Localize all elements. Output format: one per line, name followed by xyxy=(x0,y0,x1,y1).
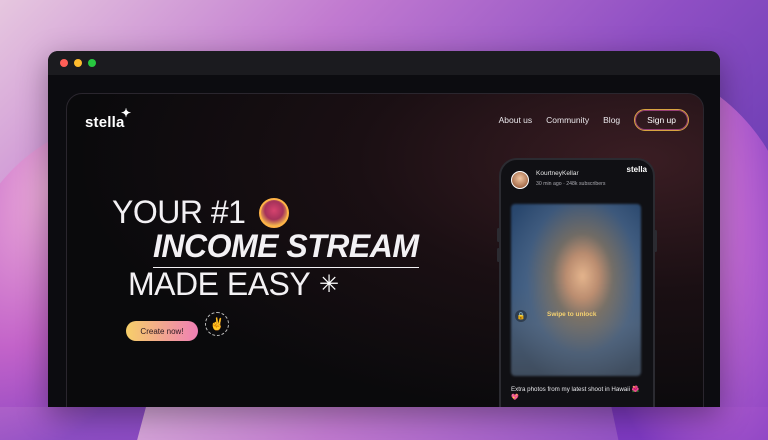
signup-button[interactable]: Sign up xyxy=(634,109,689,131)
nav-about-us[interactable]: About us xyxy=(499,115,533,125)
nav-blog[interactable]: Blog xyxy=(603,115,620,125)
minimize-window-button[interactable] xyxy=(74,59,82,67)
lock-icon: 🔒 xyxy=(515,310,527,322)
hero-line-3: MADE EASY xyxy=(128,266,311,302)
top-nav: About us Community Blog Sign up xyxy=(499,109,689,131)
nav-community[interactable]: Community xyxy=(546,115,589,125)
peace-sign-icon: ✌ xyxy=(205,312,229,336)
avatar-badge xyxy=(259,198,289,228)
browser-window: stella ✦ About us Community Blog Sign up… xyxy=(48,51,720,407)
phone-mockup: KourtneyKellar 30 min ago · 248k subscri… xyxy=(497,158,657,407)
sparkle-icon: ✳ xyxy=(319,271,340,298)
phone-side-button xyxy=(497,228,500,242)
profile-avatar[interactable] xyxy=(511,171,529,189)
phone-side-button xyxy=(654,230,657,252)
profile-meta: 30 min ago · 248k subscribers xyxy=(536,181,606,187)
window-titlebar xyxy=(48,51,720,75)
close-window-button[interactable] xyxy=(60,59,68,67)
brand-logo[interactable]: stella ✦ xyxy=(85,106,131,131)
maximize-window-button[interactable] xyxy=(88,59,96,67)
locked-photo[interactable] xyxy=(511,204,641,376)
create-now-button[interactable]: Create now! xyxy=(126,321,198,341)
phone-side-button xyxy=(497,248,500,262)
hero-line-2: INCOME STREAM xyxy=(153,228,419,268)
brand-name: stella xyxy=(85,114,125,131)
hero-line-1: YOUR #1 xyxy=(112,194,246,230)
swipe-to-unlock[interactable]: Swipe to unlock xyxy=(547,311,596,318)
sparkle-icon: ✦ xyxy=(121,106,132,120)
website-frame: stella ✦ About us Community Blog Sign up… xyxy=(66,93,704,407)
profile-name[interactable]: KourtneyKellar xyxy=(536,170,579,177)
post-caption: Extra photos from my latest shoot in Haw… xyxy=(511,386,640,402)
photo-logo: stella xyxy=(626,165,647,174)
